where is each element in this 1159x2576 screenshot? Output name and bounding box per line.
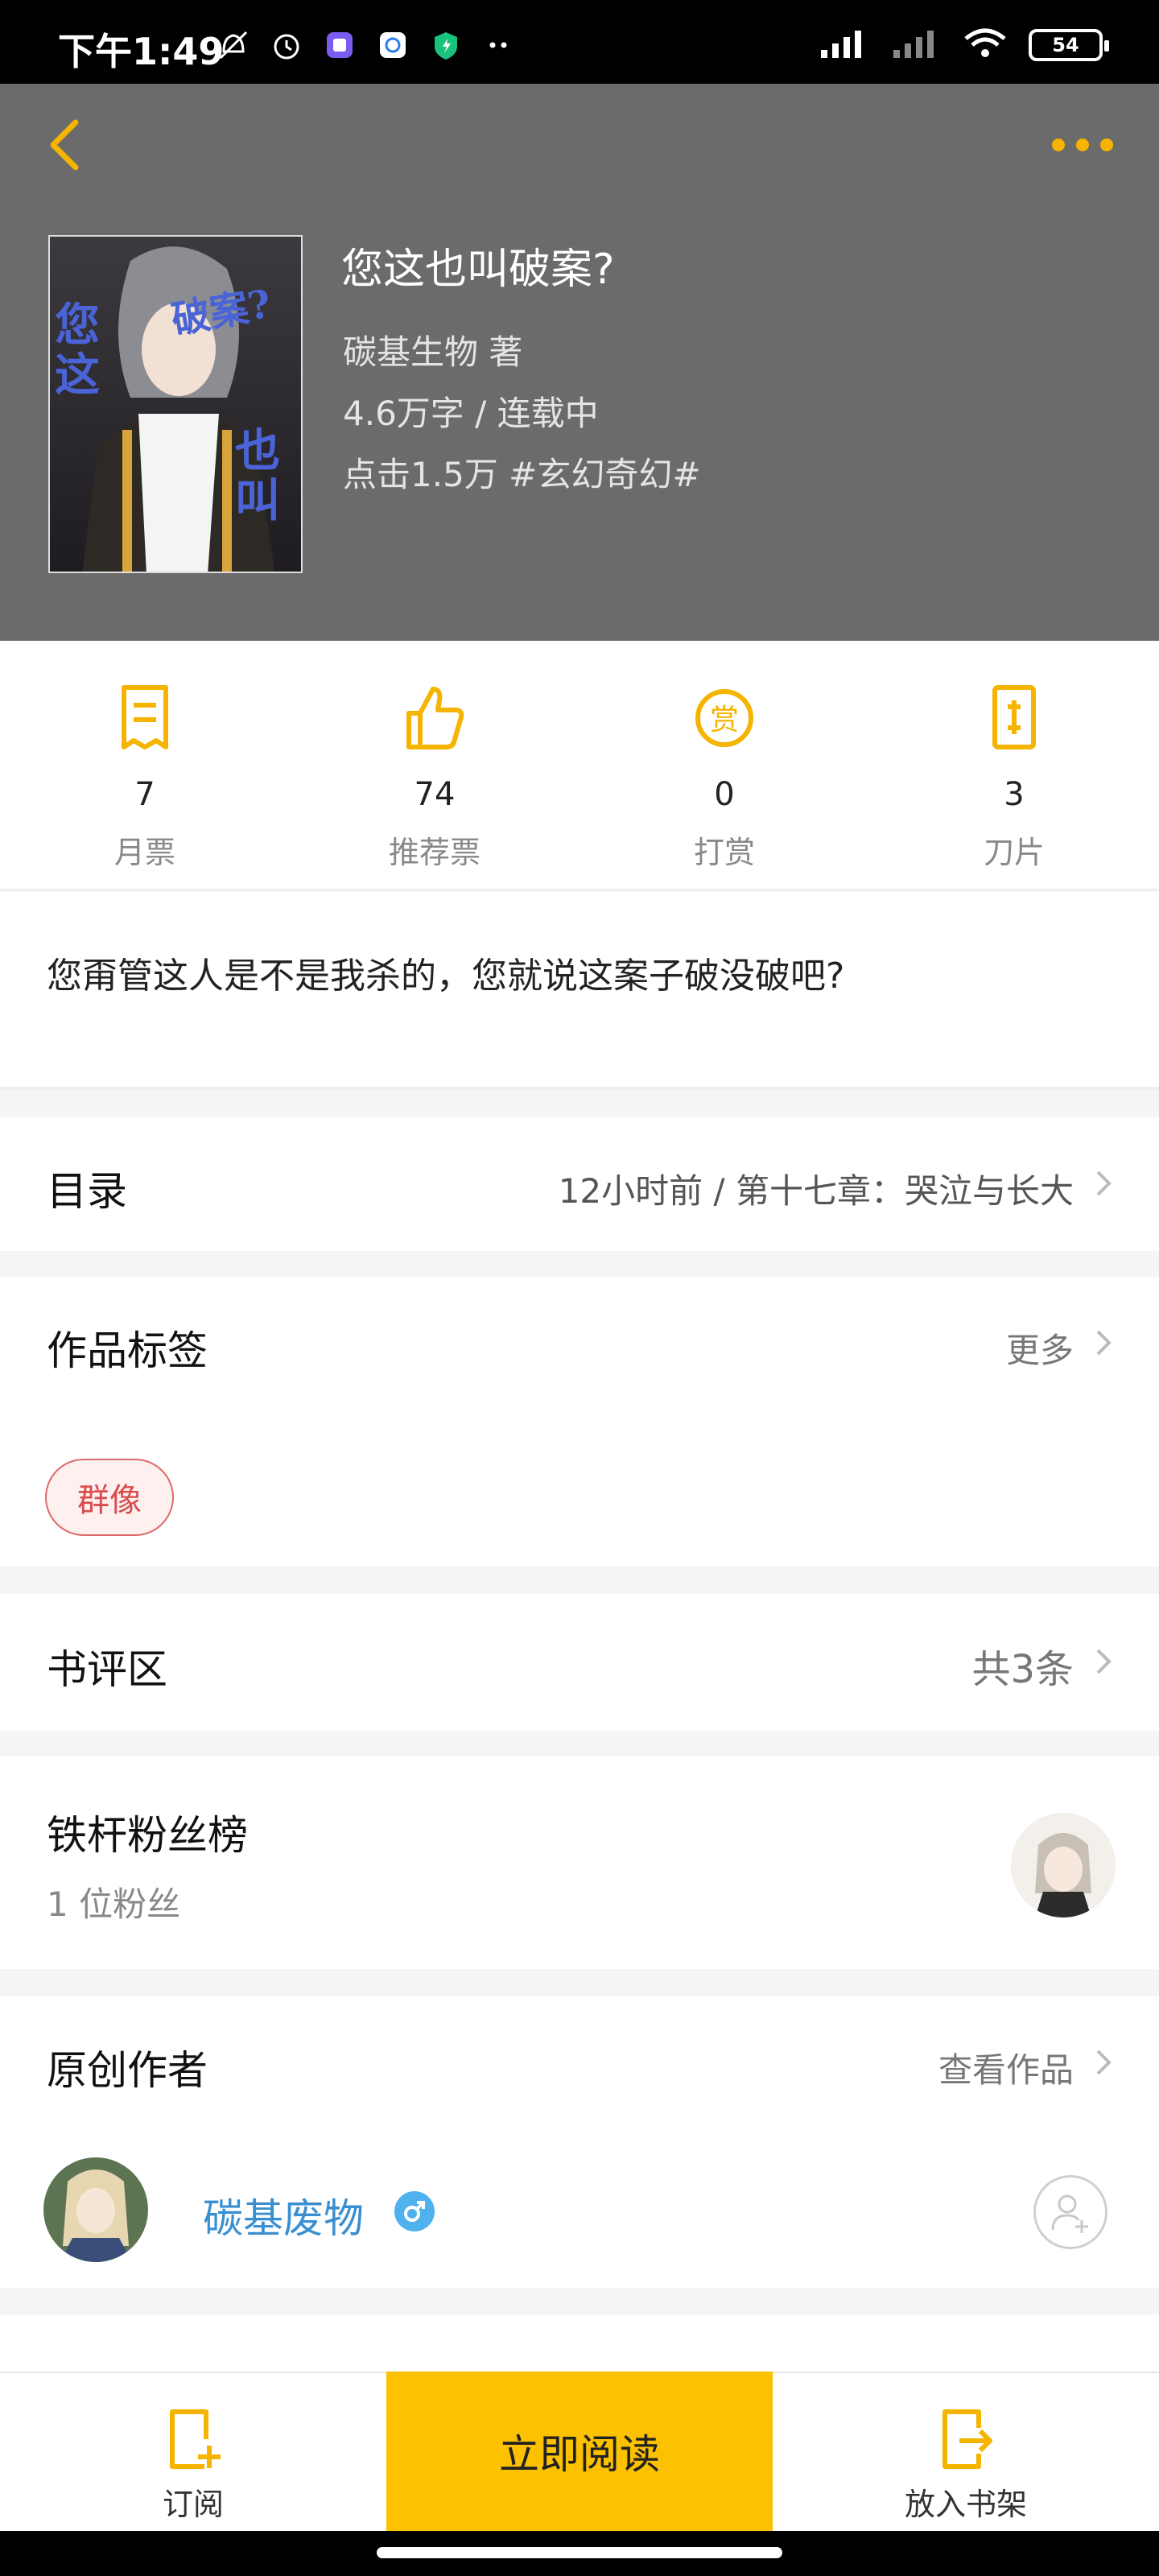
tags-title: 作品标签 xyxy=(47,1327,208,1374)
back-button[interactable] xyxy=(40,113,89,177)
latest-chapter: 12小时前 / 第十七章：哭泣与长大 xyxy=(558,1171,1074,1211)
subscribe-icon xyxy=(170,2409,221,2469)
chevron-right-icon xyxy=(1096,1649,1112,1674)
chevron-right-icon xyxy=(1096,1330,1112,1356)
follow-author-button[interactable] xyxy=(1033,2175,1107,2249)
stat-blade[interactable]: 3 刀片 xyxy=(918,683,1111,872)
signal-2-icon xyxy=(890,26,942,64)
cover-title-text-3: 也叫 xyxy=(235,424,280,527)
more-notifications-icon xyxy=(481,27,517,63)
signal-icon xyxy=(818,26,869,64)
reward-icon: 赏 xyxy=(695,689,753,747)
tag-chip[interactable]: 群像 xyxy=(45,1459,174,1536)
book-title: 您这也叫破案? xyxy=(341,246,615,294)
stat-value: 3 xyxy=(1004,776,1025,813)
mute-icon xyxy=(216,27,251,63)
wifi-icon xyxy=(963,26,1008,64)
stat-label: 打赏 xyxy=(693,835,755,870)
chevron-left-icon xyxy=(50,119,79,171)
chat-notification-icon xyxy=(375,27,410,63)
home-indicator[interactable] xyxy=(377,2547,782,2558)
stat-label: 推荐票 xyxy=(388,835,481,870)
author-section-title: 原创作者 xyxy=(47,2047,208,2094)
stat-reward[interactable]: 赏 0 打赏 xyxy=(628,683,821,872)
next-section-partial xyxy=(0,2315,1159,2373)
subscribe-button[interactable]: 订阅 xyxy=(0,2372,386,2531)
app-notification-icon xyxy=(322,27,357,63)
battery-indicator: 54 xyxy=(1029,29,1109,61)
view-works-link[interactable]: 查看作品 xyxy=(938,2043,1074,2092)
book-word-count-status: 4.6万字 / 连载中 xyxy=(343,394,599,433)
stat-value: 0 xyxy=(714,776,735,813)
fan-avatar-image xyxy=(1011,1813,1116,1918)
stat-value: 74 xyxy=(414,776,456,813)
stat-recommend-ticket[interactable]: 74 推荐票 xyxy=(338,683,531,872)
book-author[interactable]: 碳基生物 著 xyxy=(343,325,522,374)
more-dot-icon xyxy=(1076,138,1089,151)
thumbs-up-icon xyxy=(406,687,464,749)
fan-avatar[interactable] xyxy=(1011,1813,1116,1918)
book-description[interactable]: 您甭管这人是不是我杀的，您就说这案子破没破吧? xyxy=(0,892,1159,1090)
ticket-icon xyxy=(122,685,168,749)
more-dot-icon xyxy=(1052,138,1065,151)
book-clicks-genre: 点击1.5万 #玄幻奇幻# xyxy=(343,455,701,494)
stats-bar: 7 月票 74 推荐票 赏 0 打赏 3 刀片 xyxy=(0,641,1159,890)
stat-label: 月票 xyxy=(113,835,175,870)
more-options-button[interactable] xyxy=(1046,129,1119,161)
catalog-row[interactable]: 目录 12小时前 / 第十七章：哭泣与长大 xyxy=(0,1117,1159,1251)
fans-title: 铁杆粉丝榜 xyxy=(47,1812,248,1859)
author-section: 原创作者 查看作品 xyxy=(0,1996,1159,2288)
fans-count: 1 位粉丝 xyxy=(47,1885,181,1924)
stat-monthly-ticket[interactable]: 7 月票 xyxy=(48,683,241,872)
blade-icon xyxy=(992,685,1036,749)
male-icon xyxy=(394,2191,435,2231)
author-avatar[interactable] xyxy=(43,2157,148,2262)
tags-section: 作品标签 更多 xyxy=(0,1277,1159,1567)
status-icons-left xyxy=(216,27,517,63)
fans-row[interactable]: 铁杆粉丝榜 1 位粉丝 xyxy=(0,1757,1159,1969)
shield-icon xyxy=(428,27,464,63)
subscribe-label: 订阅 xyxy=(162,2487,224,2522)
tags-more-link[interactable]: 更多 xyxy=(1006,1323,1074,1373)
stat-value: 7 xyxy=(134,776,155,813)
chevron-right-icon xyxy=(1096,2050,1112,2075)
more-dot-icon xyxy=(1100,138,1113,151)
book-cover[interactable]: 您这 破案? 也叫 xyxy=(48,235,303,573)
add-user-icon xyxy=(1051,2194,1088,2233)
alarm-icon xyxy=(269,27,304,63)
reviews-title: 书评区 xyxy=(47,1646,167,1693)
chevron-right-icon xyxy=(1096,1170,1112,1196)
read-now-button[interactable]: 立即阅读 xyxy=(386,2372,773,2531)
status-time: 下午1:49 xyxy=(58,30,225,73)
add-to-shelf-button[interactable]: 放入书架 xyxy=(773,2372,1159,2531)
system-nav-bar xyxy=(0,2531,1159,2576)
reviews-row[interactable]: 书评区 共3条 xyxy=(0,1594,1159,1731)
reviews-count: 共3条 xyxy=(971,1647,1074,1692)
svg-text:赏: 赏 xyxy=(710,704,739,737)
cover-title-text-1: 您这 xyxy=(55,299,100,402)
status-icons-right: 54 xyxy=(818,26,1109,64)
status-bar: 下午1:49 54 xyxy=(0,0,1159,84)
author-avatar-image xyxy=(43,2157,148,2262)
stat-label: 刀片 xyxy=(983,835,1045,870)
author-name[interactable]: 碳基废物 xyxy=(203,2186,364,2244)
add-to-shelf-label: 放入书架 xyxy=(904,2487,1027,2522)
catalog-title: 目录 xyxy=(47,1168,127,1215)
description-text: 您甭管这人是不是我杀的，您就说这案子破没破吧? xyxy=(47,956,845,997)
bookshelf-icon xyxy=(942,2409,992,2469)
